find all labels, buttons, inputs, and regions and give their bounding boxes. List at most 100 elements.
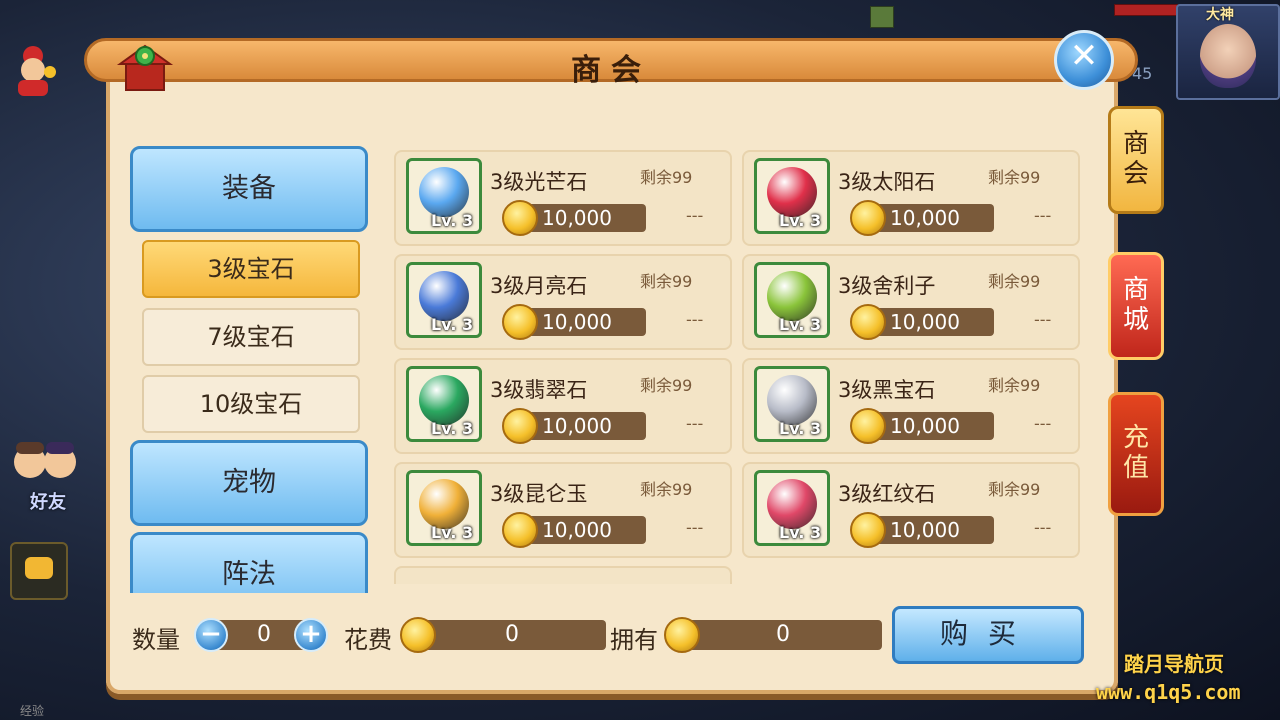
item-dash: ---: [686, 414, 704, 433]
friends-button[interactable]: 好友: [6, 440, 86, 514]
price-field: 10,000: [870, 412, 994, 440]
category-pet[interactable]: 宠物: [130, 440, 368, 526]
increase-button[interactable]: +: [294, 618, 328, 652]
shop-item[interactable]: Lv. 3 3级黑宝石 剩余99 10,000 ---: [742, 358, 1080, 454]
chat-icon: [25, 557, 53, 579]
dialog-title: 商会: [571, 53, 651, 88]
owned-field: 0: [684, 620, 882, 650]
shop-item[interactable]: Lv. 3 3级太阳石 剩余99 10,000 ---: [742, 150, 1080, 246]
item-remaining: 剩余99: [988, 376, 1041, 395]
item-price: 10,000: [890, 518, 960, 542]
gem-slot: Lv. 3: [754, 262, 830, 338]
close-icon: ✕: [1069, 36, 1099, 76]
gem-slot: Lv. 3: [754, 158, 830, 234]
category-formation[interactable]: 阵法: [130, 532, 368, 593]
subcategory-item[interactable]: 7级宝石: [142, 308, 360, 366]
coin-icon: [664, 617, 700, 653]
subcategory-item[interactable]: 3级宝石: [142, 240, 360, 298]
tab-label: 充值: [1122, 423, 1149, 483]
title-bar: 商会: [84, 38, 1138, 88]
item-name: 3级翡翠石: [490, 378, 588, 402]
item-dash: ---: [686, 310, 704, 329]
item-price: 10,000: [542, 518, 612, 542]
gem-icon: [767, 479, 817, 529]
watermark-url: www.q1q5.com: [1096, 680, 1241, 704]
coin-icon: [502, 512, 538, 548]
category-equipment[interactable]: 装备: [130, 146, 368, 232]
item-level: Lv. 3: [779, 211, 822, 230]
owned-value: 0: [776, 622, 790, 647]
coin-icon: [850, 512, 886, 548]
price-field: 10,000: [870, 204, 994, 232]
gem-icon: [767, 271, 817, 321]
gem-icon: [419, 167, 469, 217]
item-name: 3级红纹石: [838, 482, 936, 506]
item-grid[interactable]: Lv. 3 3级光芒石 剩余99 10,000 --- Lv. 3 3级太阳石 剩余99 10,…: [392, 146, 1086, 584]
price-field: 10,000: [870, 516, 994, 544]
exp-label: 经验: [20, 704, 45, 718]
item-price: 10,000: [890, 310, 960, 334]
gem-icon: [419, 271, 469, 321]
coin-icon: [502, 408, 538, 444]
tab-mall[interactable]: 商城: [1108, 252, 1164, 360]
gem-icon: [767, 167, 817, 217]
fortune-god-icon[interactable]: [8, 42, 58, 98]
shop-item[interactable]: Lv. 3 3级月亮石 剩余99 10,000 ---: [394, 254, 732, 350]
chat-button[interactable]: [10, 542, 68, 600]
coin-icon: [400, 617, 436, 653]
friends-icon: [14, 442, 76, 478]
owned-label: 拥有: [610, 626, 658, 654]
shop-item[interactable]: Lv. 3 3级红纹石 剩余99 10,000 ---: [742, 462, 1080, 558]
price-field: 10,000: [870, 308, 994, 336]
item-name: 3级光芒石: [490, 170, 588, 194]
category-list[interactable]: 装备 3级宝石 7级宝石 10级宝石 宠物 阵法: [106, 140, 386, 593]
player-avatar[interactable]: 大神: [1176, 4, 1280, 100]
tab-recharge[interactable]: 充值: [1108, 392, 1164, 516]
shop-item[interactable]: Lv. 3 3级光芒石 剩余99 10,000 ---: [394, 150, 732, 246]
gem-icon: [419, 375, 469, 425]
player-name: 大神: [1206, 7, 1234, 23]
item-price: 10,000: [542, 206, 612, 230]
item-price: 10,000: [890, 206, 960, 230]
item-name: 3级月亮石: [490, 274, 588, 298]
item-remaining: 剩余99: [640, 480, 693, 499]
item-remaining: 剩余99: [640, 272, 693, 291]
buff-icon[interactable]: [870, 6, 894, 28]
coin-icon: [850, 304, 886, 340]
gem-slot: Lv. 3: [406, 366, 482, 442]
coin-icon: [502, 304, 538, 340]
price-field: 10,000: [522, 308, 646, 336]
item-level: Lv. 3: [431, 419, 474, 438]
gem-slot: Lv. 3: [754, 366, 830, 442]
item-level: Lv. 3: [431, 211, 474, 230]
price-field: 10,000: [522, 204, 646, 232]
subcategory-item[interactable]: 10级宝石: [142, 375, 360, 433]
close-button[interactable]: ✕: [1054, 30, 1114, 90]
shop-item[interactable]: Lv. 3 3级昆仑玉 剩余99 10,000 ---: [394, 462, 732, 558]
item-level: Lv. 3: [779, 315, 822, 334]
item-dash: ---: [1034, 310, 1052, 329]
decrease-button[interactable]: −: [194, 618, 228, 652]
item-level: Lv. 3: [779, 419, 822, 438]
item-remaining: 剩余99: [988, 480, 1041, 499]
item-dash: ---: [686, 518, 704, 537]
item-price: 10,000: [542, 414, 612, 438]
item-dash: ---: [1034, 518, 1052, 537]
price-field: 10,000: [522, 412, 646, 440]
shop-item-partial[interactable]: [394, 566, 732, 584]
friends-label: 好友: [30, 492, 66, 513]
gem-slot: Lv. 3: [754, 470, 830, 546]
item-remaining: 剩余99: [988, 272, 1041, 291]
cost-field: 0: [418, 620, 606, 650]
shop-item[interactable]: Lv. 3 3级翡翠石 剩余99 10,000 ---: [394, 358, 732, 454]
shop-icon: [116, 44, 174, 91]
avatar-face-icon: [1200, 24, 1256, 88]
buy-button[interactable]: 购买: [892, 606, 1084, 664]
shop-item[interactable]: Lv. 3 3级舍利子 剩余99 10,000 ---: [742, 254, 1080, 350]
item-remaining: 剩余99: [988, 168, 1041, 187]
item-level: Lv. 3: [431, 523, 474, 542]
tab-chamber-of-commerce[interactable]: 商会: [1108, 106, 1164, 214]
hp-bar: [1114, 4, 1178, 16]
coin-icon: [850, 200, 886, 236]
tab-label: 商城: [1122, 275, 1149, 335]
